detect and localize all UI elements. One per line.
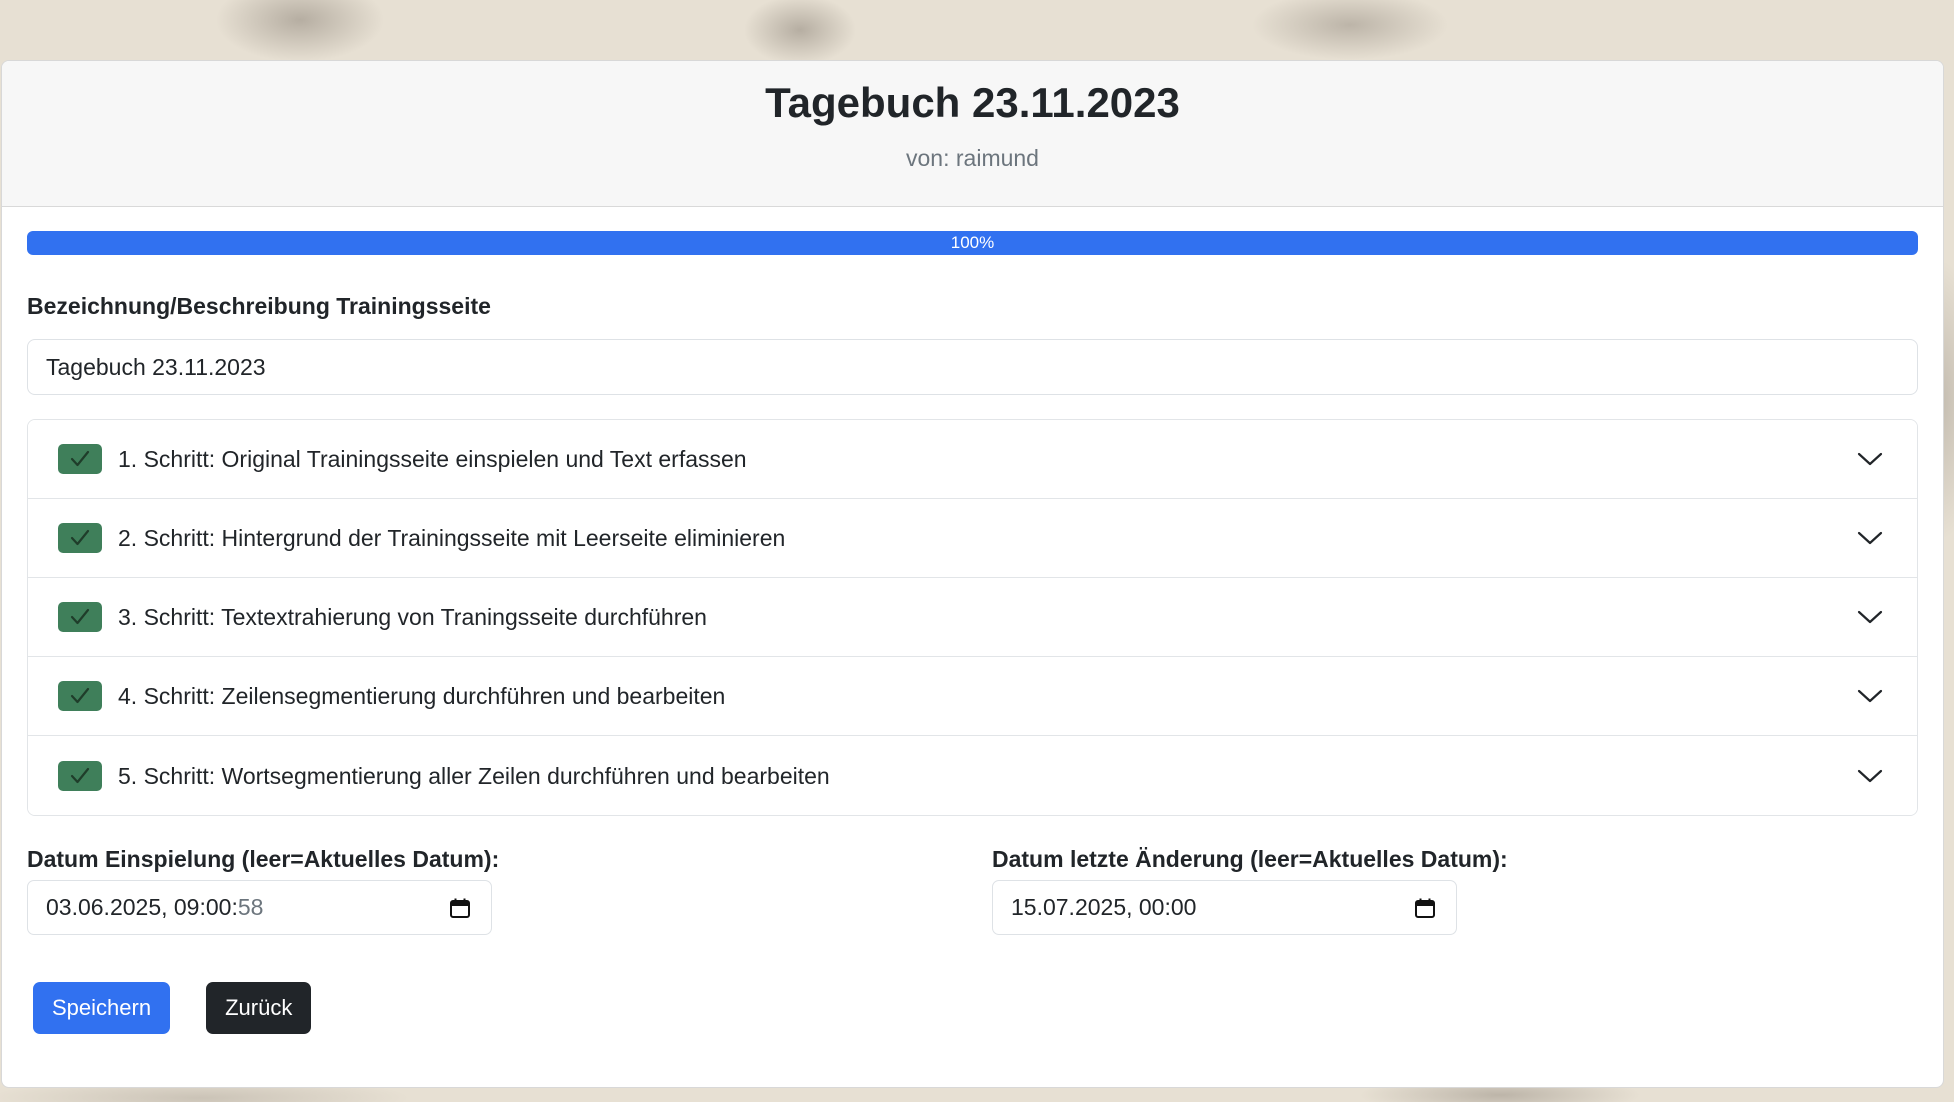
diary-card: Tagebuch 23.11.2023 von: raimund 100% Be… xyxy=(1,60,1944,1088)
card-body: 100% Bezeichnung/Beschreibung Trainingss… xyxy=(2,207,1943,1034)
step-item-4[interactable]: 4. Schritt: Zeilensegmentierung durchfüh… xyxy=(28,657,1917,736)
modified-date-group: Datum letzte Änderung (leer=Aktuelles Da… xyxy=(992,844,1508,935)
modified-date-label: Datum letzte Änderung (leer=Aktuelles Da… xyxy=(992,846,1508,872)
check-icon xyxy=(58,602,102,632)
description-input[interactable] xyxy=(27,339,1918,395)
check-icon xyxy=(58,681,102,711)
step-item-1[interactable]: 1. Schritt: Original Trainingsseite eins… xyxy=(28,420,1917,499)
step-item-3[interactable]: 3. Schritt: Textextrahierung von Traning… xyxy=(28,578,1917,657)
chevron-down-icon[interactable] xyxy=(1855,761,1885,791)
back-button[interactable]: Zurück xyxy=(206,982,312,1034)
save-button[interactable]: Speichern xyxy=(33,982,171,1034)
chevron-down-icon[interactable] xyxy=(1855,681,1885,711)
import-date-seconds: 58 xyxy=(237,894,264,920)
chevron-down-icon[interactable] xyxy=(1855,602,1885,632)
page-title: Tagebuch 23.11.2023 xyxy=(765,79,1180,126)
modified-date-value: 15.07.2025, 00:00 xyxy=(1011,894,1412,921)
step-label: 5. Schritt: Wortsegmentierung aller Zeil… xyxy=(118,762,830,789)
progress-bar: 100% xyxy=(27,231,1918,255)
calendar-icon[interactable] xyxy=(1412,895,1438,921)
step-label: 3. Schritt: Textextrahierung von Traning… xyxy=(118,604,707,630)
step-label: 4. Schritt: Zeilensegmentierung durchfüh… xyxy=(118,683,726,709)
modified-date-main: 15.07.2025, 00:00 xyxy=(1011,894,1197,920)
dates-row: Datum Einspielung (leer=Aktuelles Datum)… xyxy=(27,844,1918,935)
step-label: 1. Schritt: Original Trainingsseite eins… xyxy=(118,446,747,472)
import-date-value: 03.06.2025, 09:00:58 xyxy=(46,894,447,921)
check-icon xyxy=(58,523,102,553)
import-date-group: Datum Einspielung (leer=Aktuelles Datum)… xyxy=(27,844,992,935)
step-label: 2. Schritt: Hintergrund der Trainingssei… xyxy=(118,525,786,551)
chevron-down-icon[interactable] xyxy=(1855,523,1885,553)
check-icon xyxy=(58,444,102,474)
import-date-label: Datum Einspielung (leer=Aktuelles Datum)… xyxy=(27,846,500,872)
step-item-2[interactable]: 2. Schritt: Hintergrund der Trainingssei… xyxy=(28,499,1917,578)
author-subtitle: von: raimund xyxy=(906,145,1039,171)
progress-track: 100% xyxy=(27,231,1918,255)
card-header: Tagebuch 23.11.2023 von: raimund xyxy=(2,61,1943,207)
import-date-input[interactable]: 03.06.2025, 09:00:58 xyxy=(27,880,492,935)
chevron-down-icon[interactable] xyxy=(1855,444,1885,474)
modified-date-input[interactable]: 15.07.2025, 00:00 xyxy=(992,880,1457,935)
step-item-5[interactable]: 5. Schritt: Wortsegmentierung aller Zeil… xyxy=(28,736,1917,815)
calendar-icon[interactable] xyxy=(447,895,473,921)
description-label: Bezeichnung/Beschreibung Trainingsseite xyxy=(27,293,491,319)
action-buttons: Speichern Zurück xyxy=(27,982,1918,1034)
steps-accordion: 1. Schritt: Original Trainingsseite eins… xyxy=(27,419,1918,816)
import-date-main: 03.06.2025, 09:00: xyxy=(46,894,238,920)
check-icon xyxy=(58,760,102,791)
